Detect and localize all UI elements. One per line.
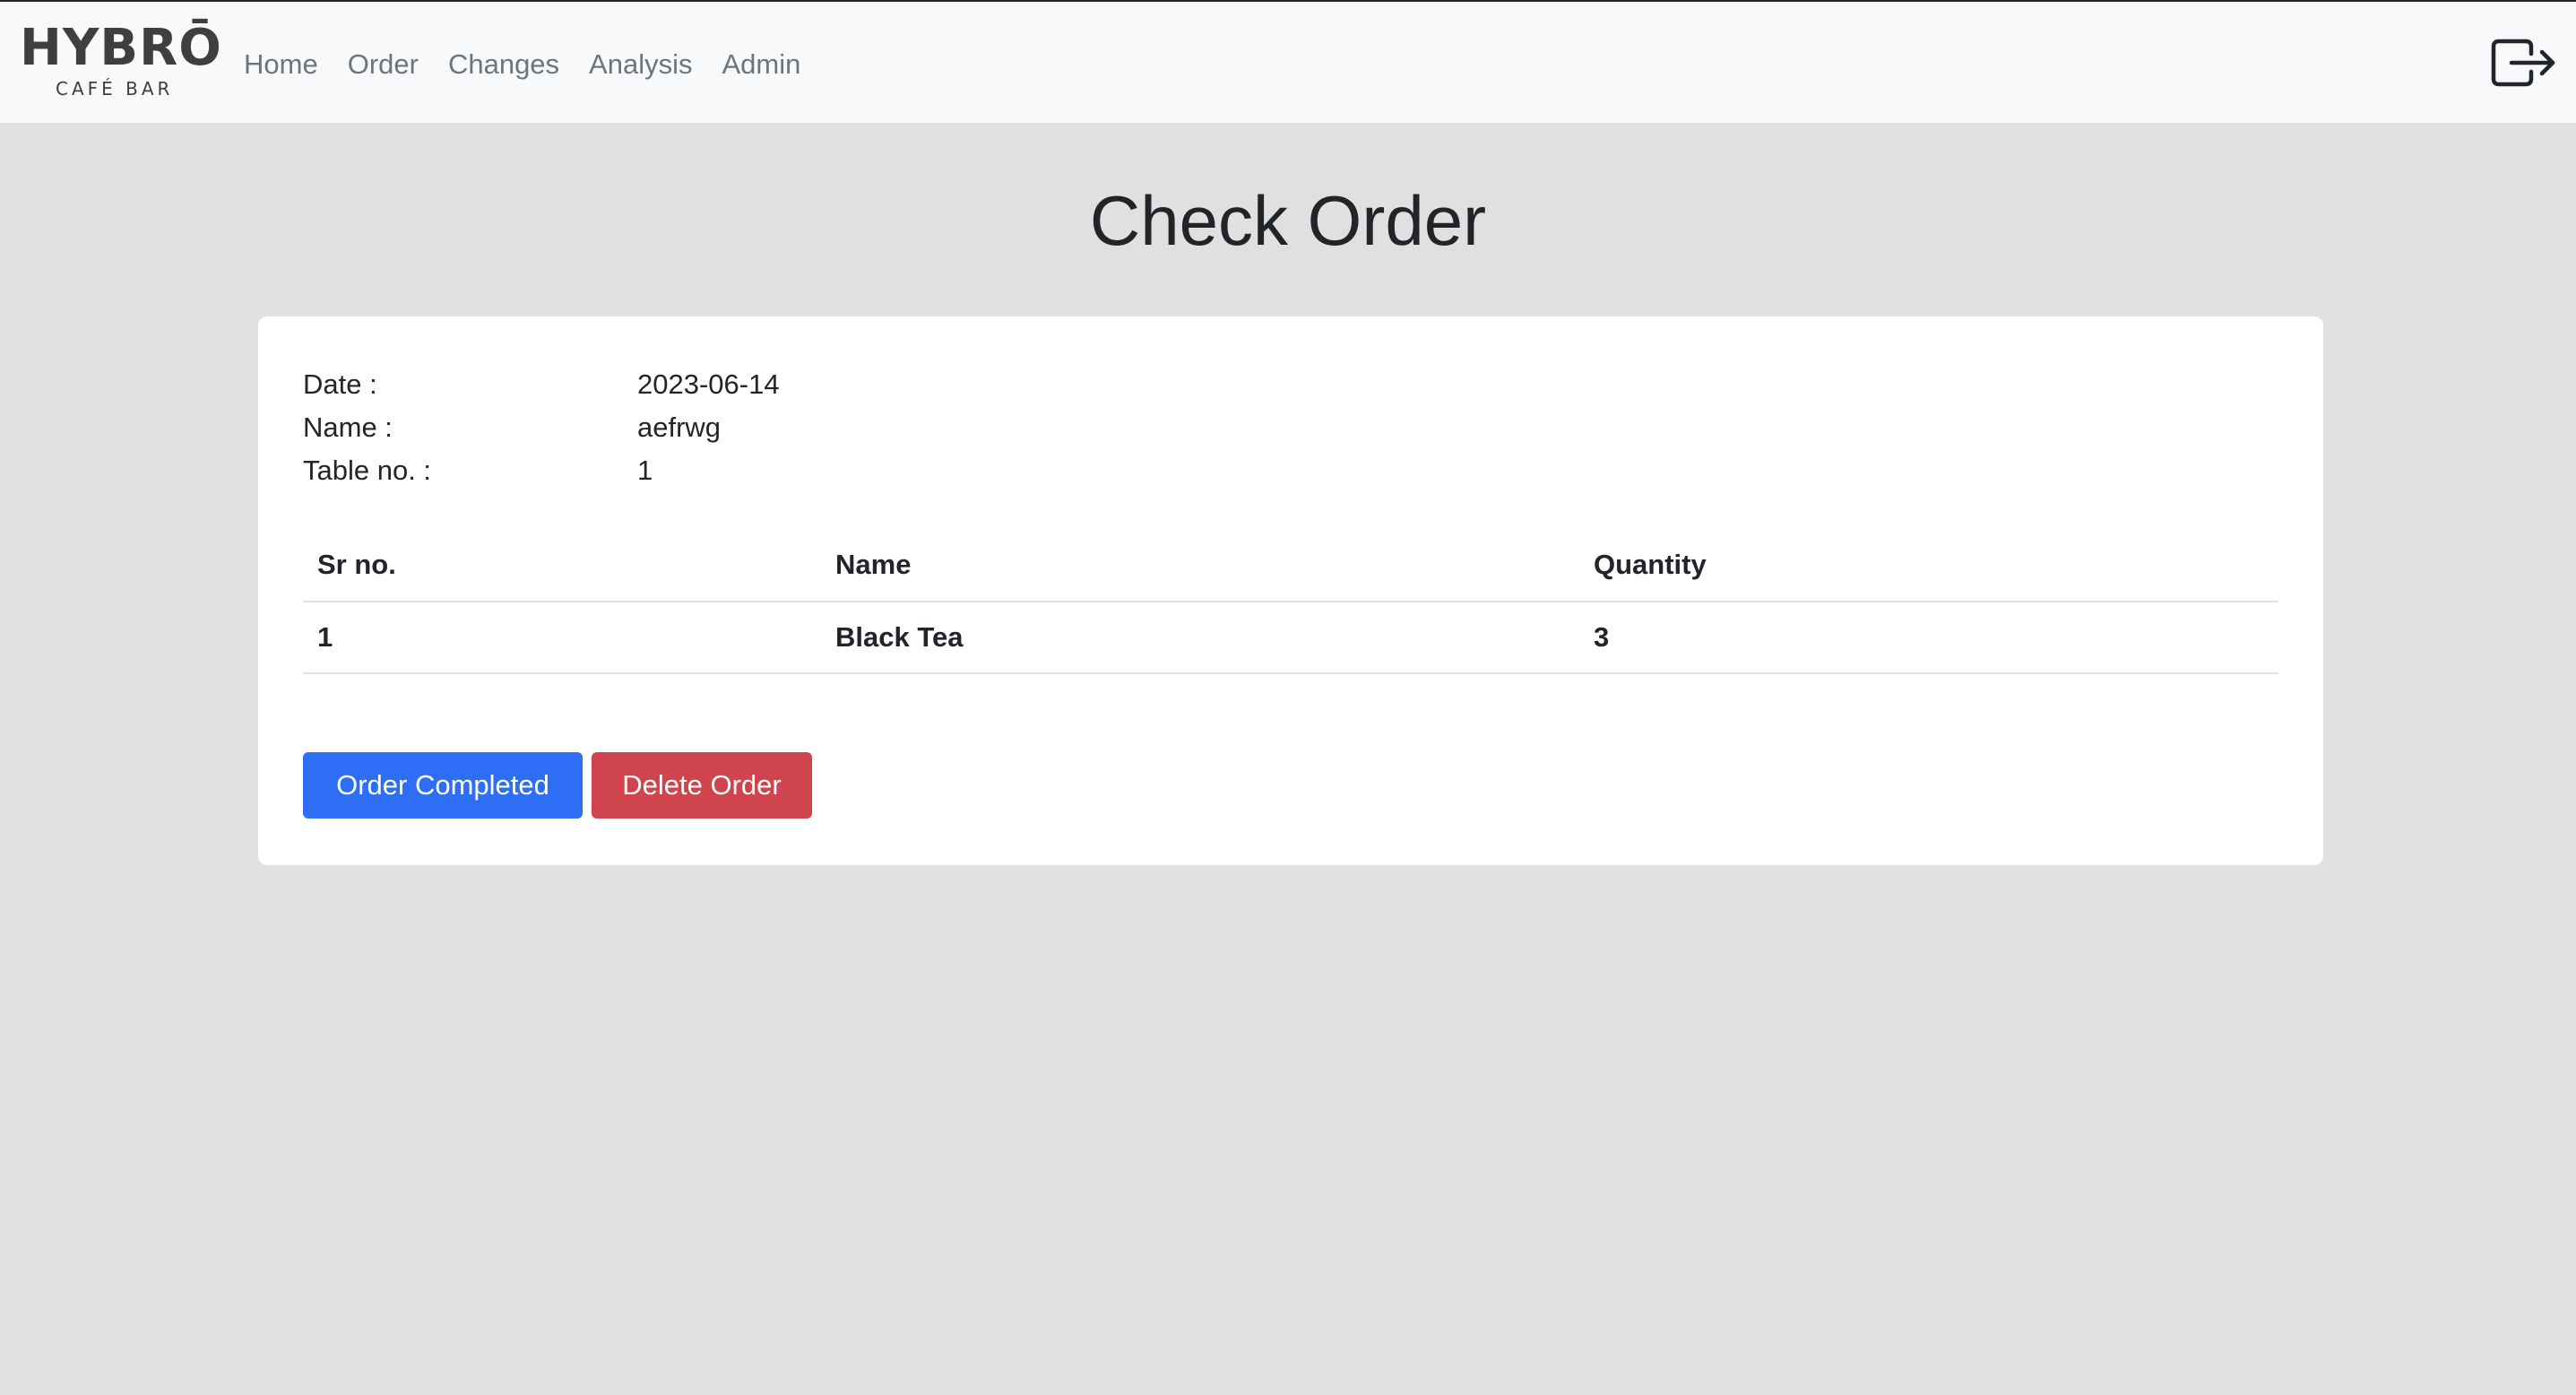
table-number-row: Table no. : 1 (303, 449, 780, 492)
nav-links: Home Order Changes Analysis Admin (244, 43, 830, 86)
order-items-table: Sr no. Name Quantity 1 Black Tea 3 (303, 528, 2278, 674)
header-quantity: Quantity (1594, 548, 1707, 580)
date-label: Date : (303, 368, 377, 400)
header-sr-no: Sr no. (317, 548, 396, 580)
order-card: Date : 2023-06-14 Name : aefrwg Table no… (258, 316, 2323, 865)
date-value: 2023-06-14 (637, 368, 780, 400)
logout-icon[interactable] (2490, 36, 2556, 90)
cell-sr-no: 1 (317, 621, 333, 653)
cell-quantity: 3 (1594, 621, 1610, 653)
brand-logo[interactable]: HYBRŌ CAFÉ BAR (20, 23, 221, 102)
header-name: Name (835, 548, 912, 580)
order-completed-button[interactable]: Order Completed (303, 752, 583, 819)
nav-item-home[interactable]: Home (244, 43, 318, 86)
table-number-label: Table no. : (303, 455, 432, 486)
nav-item-order[interactable]: Order (348, 43, 419, 86)
brand-name: HYBRŌ (20, 19, 222, 77)
table-number-value: 1 (637, 455, 653, 486)
nav-item-admin[interactable]: Admin (722, 43, 800, 86)
nav-item-analysis[interactable]: Analysis (589, 43, 692, 86)
delete-order-button[interactable]: Delete Order (592, 752, 812, 819)
brand-tagline: CAFÉ BAR (56, 78, 174, 100)
action-buttons: Order Completed Delete Order (303, 752, 812, 819)
page-title: Check Order (1089, 181, 1487, 260)
name-row: Name : aefrwg (303, 406, 780, 449)
name-value: aefrwg (637, 412, 722, 443)
nav-item-changes[interactable]: Changes (448, 43, 559, 86)
table-row: 1 Black Tea 3 (303, 602, 2278, 673)
navbar: HYBRŌ CAFÉ BAR Home Order Changes Analys… (0, 0, 2576, 123)
date-row: Date : 2023-06-14 (303, 363, 780, 406)
table-header-row: Sr no. Name Quantity (303, 528, 2278, 602)
cell-item-name: Black Tea (835, 621, 964, 653)
order-info: Date : 2023-06-14 Name : aefrwg Table no… (303, 363, 780, 492)
name-label: Name : (303, 412, 393, 443)
